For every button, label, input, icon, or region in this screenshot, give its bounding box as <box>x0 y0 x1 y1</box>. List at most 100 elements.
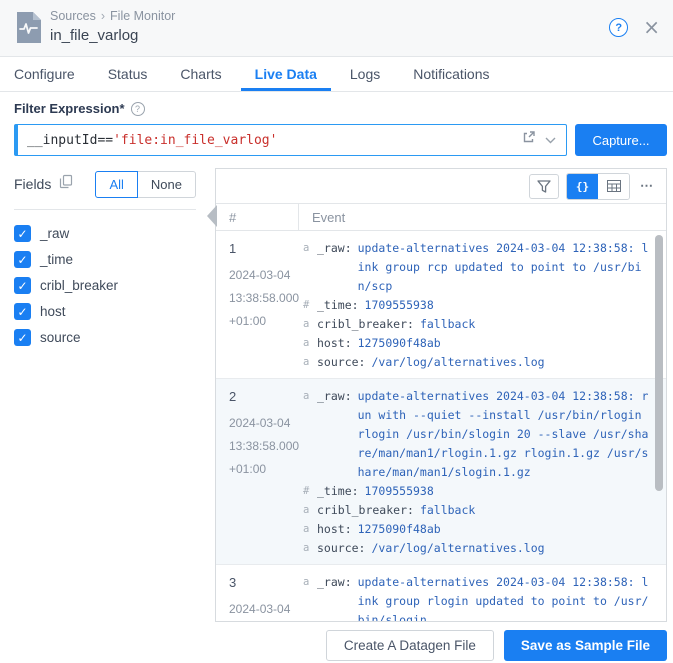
event-fields: a _raw: update-alternatives 2024-03-04 12:… <box>301 237 666 372</box>
fields-none-button[interactable]: None <box>137 170 196 198</box>
table-view-button[interactable] <box>598 173 629 199</box>
field-checkbox-raw[interactable]: ✓ _raw <box>14 225 196 242</box>
field-value: update-alternatives 2024-03-04 12:38:58:… <box>357 241 649 293</box>
breadcrumb-separator: › <box>100 9 106 23</box>
expand-expression-icon[interactable] <box>521 130 536 150</box>
field-key: cribl_breaker: <box>317 317 414 331</box>
filter-expression-label: Filter Expression* <box>14 101 125 116</box>
field-type-icon: a <box>303 242 310 254</box>
tab-charts[interactable]: Charts <box>166 57 235 91</box>
fields-panel: Fields All None ✓ _raw ✓ _time ✓ cribl_b… <box>14 170 196 355</box>
tab-status[interactable]: Status <box>94 57 162 91</box>
checkbox-checked-icon[interactable]: ✓ <box>14 303 31 320</box>
checkbox-checked-icon[interactable]: ✓ <box>14 277 31 294</box>
event-field[interactable]: # _time: 1709555938 <box>303 296 649 315</box>
field-type-icon: a <box>303 542 310 554</box>
create-datagen-button[interactable]: Create A Datagen File <box>325 630 494 661</box>
save-sample-button[interactable]: Save as Sample File <box>503 630 667 661</box>
field-type-icon: a <box>303 523 310 535</box>
page-title: in_file_varlog <box>50 27 139 44</box>
tab-live-data[interactable]: Live Data <box>240 57 331 91</box>
field-key: host: <box>317 336 352 350</box>
filter-expression-input[interactable]: __inputId=='file:in_file_varlog' <box>14 124 567 156</box>
live-data-table: {} ⋯ # Event 1 2024-03-04 13:38:58.000 +01:… <box>207 168 667 622</box>
field-key: _time: <box>317 298 359 312</box>
event-field[interactable]: a host: 1275090f48ab <box>303 334 649 353</box>
checkbox-checked-icon[interactable]: ✓ <box>14 251 31 268</box>
close-icon[interactable]: × <box>643 17 660 37</box>
event-field[interactable]: a host: 1275090f48ab <box>303 520 649 539</box>
footer-actions: Create A Datagen File Save as Sample Fil… <box>325 630 667 661</box>
field-checkbox-host[interactable]: ✓ host <box>14 303 196 320</box>
json-view-button[interactable]: {} <box>567 173 598 199</box>
tab-configure[interactable]: Configure <box>0 57 89 91</box>
column-header-number[interactable]: # <box>216 204 298 230</box>
filter-funnel-button[interactable] <box>529 173 559 199</box>
column-header-event[interactable]: Event <box>298 204 666 230</box>
event-meta: 1 2024-03-04 13:38:58.000 +01:00 <box>216 237 301 372</box>
event-timezone: +01:00 <box>229 314 267 328</box>
field-value: update-alternatives 2024-03-04 12:38:58:… <box>357 389 649 479</box>
vertical-scrollbar[interactable] <box>655 235 663 491</box>
field-type-icon: a <box>303 504 310 516</box>
field-checkbox-cribl-breaker[interactable]: ✓ cribl_breaker <box>14 277 196 294</box>
checkbox-checked-icon[interactable]: ✓ <box>14 225 31 242</box>
event-field[interactable]: a cribl_breaker: fallback <box>303 315 649 334</box>
field-value: update-alternatives 2024-03-04 12:38:58:… <box>357 575 649 621</box>
field-value: fallback <box>419 317 476 331</box>
fields-title: Fields <box>14 176 52 192</box>
chevron-down-icon[interactable] <box>545 131 556 149</box>
expression-code: __inputId== <box>27 132 114 148</box>
event-row[interactable]: 32024-03-0413:38:58.000+01:00a_raw:updat… <box>216 565 666 621</box>
event-field[interactable]: # _time: 1709555938 <box>303 482 649 501</box>
event-row[interactable]: 1 2024-03-04 13:38:58.000 +01:00 a _raw: updat… <box>216 231 666 379</box>
field-value: 1275090f48ab <box>357 522 441 536</box>
event-row[interactable]: 2 2024-03-04 13:38:58.000 +01:00 a _raw: updat… <box>216 379 666 565</box>
field-type-icon: a <box>303 576 310 588</box>
checkbox-checked-icon[interactable]: ✓ <box>14 329 31 346</box>
more-options-icon[interactable]: ⋯ <box>637 178 657 194</box>
field-type-icon: a <box>303 390 310 402</box>
capture-button[interactable]: Capture... <box>575 124 667 156</box>
breadcrumb-sources[interactable]: Sources <box>50 9 96 23</box>
event-field[interactable]: a _raw: update-alternatives 2024-03-04 12:… <box>303 573 649 621</box>
event-time: 13:38:58.000 <box>229 291 300 305</box>
collapse-panel-handle[interactable] <box>207 205 217 227</box>
field-label: cribl_breaker <box>40 278 119 293</box>
breadcrumb-file-monitor[interactable]: File Monitor <box>110 9 175 23</box>
field-value: /var/log/alternatives.log <box>371 541 545 555</box>
expression-string-literal: 'file:in_file_varlog' <box>113 132 278 148</box>
tab-notifications[interactable]: Notifications <box>399 57 503 91</box>
field-key: _raw: <box>317 389 352 403</box>
filter-expression-value[interactable]: __inputId=='file:in_file_varlog' <box>18 133 521 148</box>
event-field[interactable]: a _raw: update-alternatives 2024-03-04 12:… <box>303 239 649 296</box>
field-checkbox-source[interactable]: ✓ source <box>14 329 196 346</box>
event-number: 3 <box>229 575 237 590</box>
breadcrumb: Sources › File Monitor <box>50 9 175 23</box>
event-meta: 2 2024-03-04 13:38:58.000 +01:00 <box>216 385 301 558</box>
event-field[interactable]: a cribl_breaker: fallback <box>303 501 649 520</box>
table-toolbar: {} ⋯ <box>216 169 666 203</box>
event-field[interactable]: a _raw: update-alternatives 2024-03-04 12:… <box>303 387 649 482</box>
event-field[interactable]: a source: /var/log/alternatives.log <box>303 353 649 372</box>
panel-header: Sources › File Monitor in_file_varlog ? × <box>0 0 673 57</box>
field-value: fallback <box>419 503 476 517</box>
fields-all-button[interactable]: All <box>95 170 138 198</box>
field-checkbox-time[interactable]: ✓ _time <box>14 251 196 268</box>
event-field[interactable]: a source: /var/log/alternatives.log <box>303 539 649 558</box>
copy-fields-icon[interactable] <box>59 174 73 194</box>
field-value: 1275090f48ab <box>357 336 441 350</box>
view-mode-toggle: {} <box>566 172 630 200</box>
event-meta: 32024-03-0413:38:58.000+01:00 <box>216 571 301 621</box>
field-key: source: <box>317 541 366 555</box>
tab-logs[interactable]: Logs <box>336 57 394 91</box>
event-table-body: 1 2024-03-04 13:38:58.000 +01:00 a _raw: updat… <box>216 231 666 621</box>
filter-help-icon[interactable]: ? <box>130 101 145 116</box>
field-value: 1709555938 <box>364 484 434 498</box>
field-key: _raw: <box>317 241 352 255</box>
field-label: _time <box>40 252 74 267</box>
file-monitor-source-icon <box>15 11 42 49</box>
field-type-icon: a <box>303 337 310 349</box>
field-label: host <box>40 304 66 319</box>
help-icon[interactable]: ? <box>609 18 629 37</box>
